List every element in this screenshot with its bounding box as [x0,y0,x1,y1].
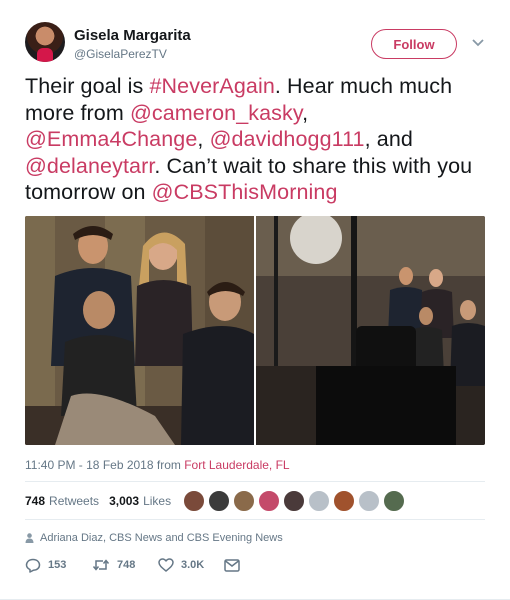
author-avatar[interactable] [25,22,65,62]
mention-link[interactable]: @Emma4Change [25,127,197,151]
divider [25,481,485,482]
retweet-icon [92,559,110,571]
reply-count: 153 [48,559,67,571]
mention-link[interactable]: @CBSThisMorning [152,180,338,204]
mention-link[interactable]: @cameron_kasky [130,101,302,125]
likes-count: 3,003 [109,494,140,508]
tweet-text: Their goal is #NeverAgain. Hear much muc… [25,73,490,206]
liker-avatar[interactable] [308,490,330,512]
tweet-card: Gisela Margarita @GiselaPerezTV Follow T… [0,0,510,600]
retweet-action[interactable]: 748 [92,558,158,572]
divider [25,519,485,520]
liker-avatar[interactable] [358,490,380,512]
heart-icon [158,558,174,572]
tweet-text-segment: , [197,127,210,151]
tweet-media [25,216,485,445]
like-count: 3.0K [181,559,205,571]
liker-avatar[interactable] [208,490,230,512]
photo-1-image [25,216,254,445]
likes-label: Likes [143,494,172,508]
liker-avatar[interactable] [233,490,255,512]
author-display-name[interactable]: Gisela Margarita [74,27,191,44]
author-handle[interactable]: @GiselaPerezTV [74,47,167,61]
retweet-count: 748 [117,559,136,571]
photo-2-image [256,216,485,445]
liker-avatar[interactable] [333,490,355,512]
mention-link[interactable]: @davidhogg111 [210,127,365,151]
reply-action[interactable]: 153 [25,558,92,573]
retweets-stat[interactable]: 748 Retweets [25,494,99,508]
tweet-photo-2[interactable] [256,216,485,445]
tweet-text-segment: , and [364,127,413,151]
retweets-count: 748 [25,494,46,508]
tweet-photo-1[interactable] [25,216,254,445]
follow-button[interactable]: Follow [371,29,457,59]
tweet-place[interactable]: Fort Lauderdale, FL [184,458,289,472]
tweet-stats: 748 Retweets 3,003 Likes [25,491,181,511]
direct-message-action[interactable] [224,558,240,572]
person-icon [25,533,34,543]
hashtag-link[interactable]: #NeverAgain [149,74,274,98]
liker-avatar[interactable] [283,490,305,512]
envelope-icon [224,558,240,572]
tweet-actions: 153 748 3.0K [25,557,240,573]
chevron-down-icon[interactable] [472,38,484,48]
retweets-label: Retweets [49,494,100,508]
reply-icon [25,558,41,573]
tweet-time[interactable]: 11:40 PM - 18 Feb 2018 from [25,458,184,472]
liker-avatar[interactable] [383,490,405,512]
likers-avatars [183,490,408,512]
tweet-header: Gisela Margarita @GiselaPerezTV Follow [0,0,510,70]
liker-avatar[interactable] [258,490,280,512]
tweet-text-segment: , [302,100,309,125]
tweet-context: Adriana Diaz, CBS News and CBS Evening N… [25,532,283,544]
mention-link[interactable]: @delaneytarr [25,154,154,178]
like-action[interactable]: 3.0K [158,558,224,572]
context-text[interactable]: Adriana Diaz, CBS News and CBS Evening N… [40,532,283,544]
tweet-text-segment: Their goal is [25,74,150,98]
likes-stat[interactable]: 3,003 Likes [109,494,171,508]
tweet-timestamp: 11:40 PM - 18 Feb 2018 from Fort Lauderd… [25,458,290,472]
liker-avatar[interactable] [183,490,205,512]
